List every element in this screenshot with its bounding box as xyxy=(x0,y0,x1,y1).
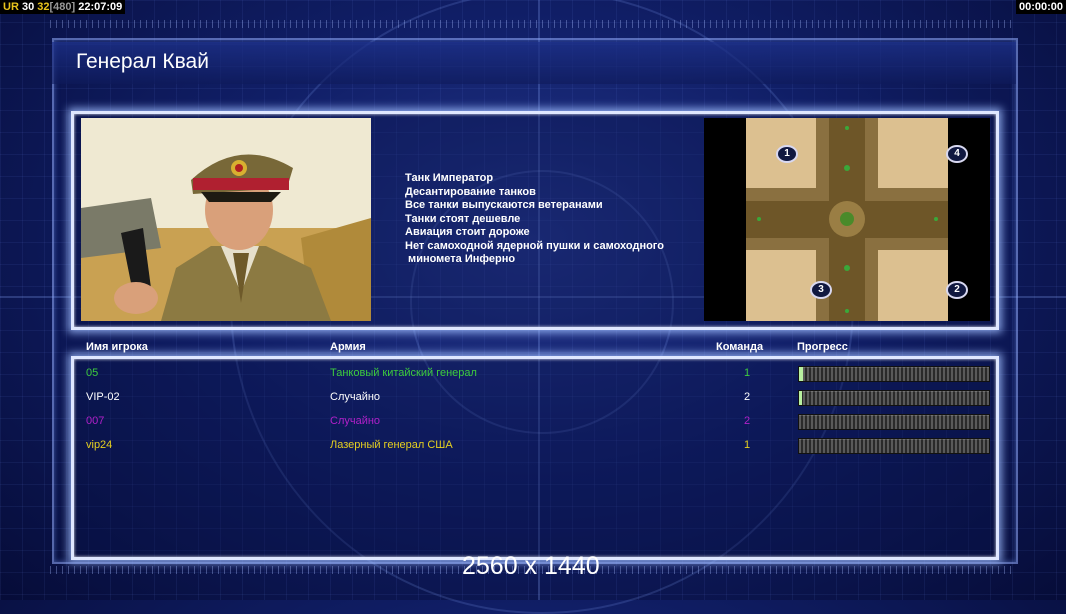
player-team: 2 xyxy=(743,415,751,427)
players-panel xyxy=(71,356,999,560)
map-preview[interactable]: 1 4 3 2 xyxy=(704,118,990,321)
header-player-name: Имя игрока xyxy=(86,341,148,353)
header-army: Армия xyxy=(330,341,366,353)
general-features: Танк Император Десантирование танков Все т… xyxy=(405,172,664,267)
ruler-top xyxy=(50,20,1016,28)
progress-bar xyxy=(798,438,990,454)
hud-segment: 30 xyxy=(18,1,38,13)
progress-bar xyxy=(798,390,990,406)
feature-item: Авиация стоит дороже xyxy=(405,226,530,238)
general-portrait xyxy=(81,118,371,321)
hud-segment: 32 xyxy=(37,1,50,13)
header-progress: Прогресс xyxy=(797,341,848,353)
player-team: 1 xyxy=(743,439,751,451)
header-team: Команда xyxy=(716,341,764,353)
progress-fill xyxy=(799,367,803,381)
page-title: Генерал Квай xyxy=(76,50,209,73)
player-army: Танковый китайский генерал xyxy=(330,367,477,379)
feature-item: Все танки выпускаются ветеранами xyxy=(405,199,603,211)
feature-item: Танки стоят дешевле xyxy=(405,212,521,225)
hud-timer: 00:00:00 xyxy=(1015,0,1066,14)
feature-item: минометa Инферно xyxy=(405,253,516,265)
player-army: Случайно xyxy=(330,415,381,427)
player-name: 05 xyxy=(86,367,99,379)
spawn-marker-1[interactable]: 1 xyxy=(776,145,798,163)
feature-item: Нет самоходной ядерной пушки и самоходно… xyxy=(405,239,664,252)
hud-segment: UR xyxy=(3,1,19,13)
progress-bar xyxy=(798,414,990,430)
spawn-marker-2[interactable]: 2 xyxy=(946,281,968,299)
progress-bar xyxy=(798,366,990,382)
player-team: 1 xyxy=(743,367,751,379)
hud-stats: UR 30 32[480] 22:07:09 xyxy=(0,0,126,14)
player-row[interactable]: VIP-02 Случайно 2 xyxy=(0,388,1066,408)
player-army: Случайно xyxy=(330,391,381,403)
player-army: Лазерный генерал США xyxy=(330,439,453,451)
hud-segment: 22:07:09 xyxy=(75,1,123,13)
player-name: 007 xyxy=(86,415,105,427)
resolution-label: 2560 x 1440 xyxy=(462,552,600,580)
hud-segment: [480] xyxy=(49,1,76,13)
spawn-marker-3[interactable]: 3 xyxy=(810,281,832,299)
progress-fill xyxy=(799,391,802,405)
feature-item: Танк Император xyxy=(405,172,494,184)
spawn-marker-4[interactable]: 4 xyxy=(946,145,968,163)
player-row[interactable]: 007 Случайно 2 xyxy=(0,412,1066,432)
feature-item: Десантирование танков xyxy=(405,185,536,198)
player-row[interactable]: vip24 Лазерный генерал США 1 xyxy=(0,436,1066,456)
player-name: vip24 xyxy=(86,439,113,451)
player-team: 2 xyxy=(743,391,751,403)
player-row[interactable]: 05 Танковый китайский генерал 1 xyxy=(0,364,1066,384)
player-name: VIP-02 xyxy=(86,391,120,403)
